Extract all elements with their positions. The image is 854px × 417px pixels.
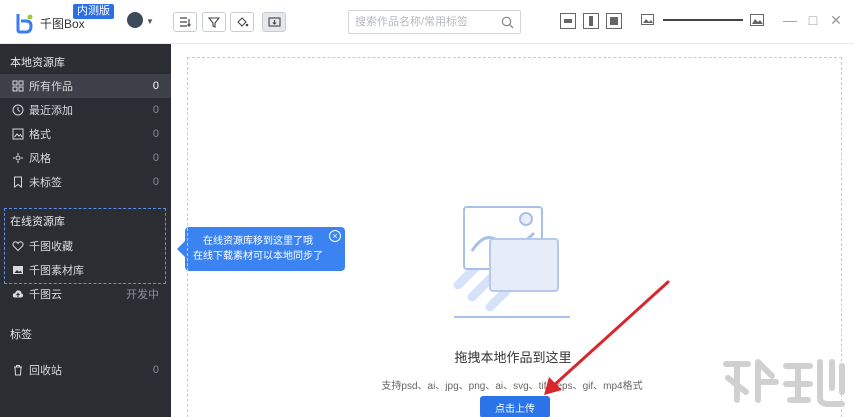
beta-badge: 内测版 xyxy=(73,4,114,19)
clock-icon xyxy=(12,104,24,116)
maximize-button[interactable]: □ xyxy=(806,12,820,28)
filter-icon xyxy=(208,16,220,28)
tooltip-arrow xyxy=(177,241,185,257)
local-library-title: 本地资源库 xyxy=(10,57,65,69)
sidebar-item-qiantu-library[interactable]: 千图素材库 xyxy=(0,258,171,282)
supported-formats: 支持psd、ai、jpg、png、ai、svg、tif、eps、gif、mp4格… xyxy=(381,381,643,392)
image-library-icon xyxy=(13,266,23,274)
sidebar-item-label: 千图素材库 xyxy=(29,265,84,277)
filter-button[interactable] xyxy=(202,12,226,32)
sidebar-item-trash[interactable]: 回收站 0 xyxy=(0,358,171,382)
trash-icon xyxy=(14,365,22,376)
sidebar-item-label: 回收站 xyxy=(29,365,62,377)
chevron-down-icon[interactable]: ▼ xyxy=(146,17,154,26)
cloud-upload-icon xyxy=(12,290,24,298)
sidebar-item-qiantu-cloud[interactable]: 千图云 开发中 xyxy=(0,282,171,306)
style-icon xyxy=(13,153,23,163)
list-view-icon xyxy=(564,19,572,23)
sidebar-item-untagged[interactable]: 未标签 0 xyxy=(0,170,171,194)
sidebar-item-count: 0 xyxy=(152,128,159,140)
sidebar-item-recent[interactable]: 最近添加 0 xyxy=(0,98,171,122)
sidebar-item-format[interactable]: 格式 0 xyxy=(0,122,171,146)
minimize-button[interactable]: — xyxy=(783,12,797,28)
sidebar-item-count: 0 xyxy=(152,104,159,116)
sidebar: 本地资源库 所有作品 0 最近添加 0 格式 0 风格 0 未标签 0 在线资源… xyxy=(0,44,171,417)
upload-button[interactable]: 点击上传 xyxy=(480,396,550,417)
view-grid-button[interactable] xyxy=(606,13,622,29)
sort-icon xyxy=(180,17,191,27)
view-column-button[interactable] xyxy=(583,13,599,29)
sidebar-item-label: 千图云 xyxy=(29,289,62,301)
sidebar-item-label: 未标签 xyxy=(29,177,62,189)
grid-icon xyxy=(12,80,24,92)
small-image-icon[interactable] xyxy=(641,14,654,25)
sidebar-item-label: 所有作品 xyxy=(29,81,73,93)
import-icon xyxy=(267,16,281,27)
sidebar-item-label: 格式 xyxy=(29,129,51,141)
heart-icon xyxy=(12,241,24,252)
column-view-icon xyxy=(589,16,593,26)
sidebar-item-label: 最近添加 xyxy=(29,105,73,117)
close-button[interactable]: ✕ xyxy=(829,12,843,28)
sidebar-item-count: 0 xyxy=(152,80,159,92)
app-logo xyxy=(16,14,33,34)
grid-view-icon xyxy=(610,17,618,25)
empty-image-illustration xyxy=(453,206,570,318)
drop-title: 拖拽本地作品到这里 xyxy=(454,350,572,365)
title-bar: 千图Box 内测版 ▼ — □ ✕ xyxy=(0,0,854,44)
paint-bucket-icon xyxy=(236,17,248,27)
bookmark-icon xyxy=(14,176,22,188)
color-fill-button[interactable] xyxy=(230,12,254,32)
sidebar-item-status: 开发中 xyxy=(126,289,159,301)
search-box[interactable] xyxy=(348,10,521,34)
view-list-button[interactable] xyxy=(560,13,576,29)
sidebar-item-count: 0 xyxy=(152,364,159,376)
sidebar-item-all-works[interactable]: 所有作品 0 xyxy=(0,74,171,98)
search-input[interactable] xyxy=(355,14,495,30)
watermark-logo xyxy=(723,359,845,407)
import-button[interactable] xyxy=(262,12,286,32)
thumbnail-size-slider[interactable] xyxy=(663,19,743,21)
sidebar-item-label: 风格 xyxy=(29,153,51,165)
sidebar-item-count: 0 xyxy=(152,176,159,188)
large-image-icon[interactable] xyxy=(750,14,764,26)
sidebar-item-style[interactable]: 风格 0 xyxy=(0,146,171,170)
sidebar-item-qiantu-favorites[interactable]: 千图收藏 xyxy=(0,234,171,258)
tags-title: 标签 xyxy=(10,329,32,341)
search-icon[interactable] xyxy=(501,16,514,29)
online-library-title: 在线资源库 xyxy=(10,216,65,228)
avatar[interactable] xyxy=(127,12,143,28)
sort-button[interactable] xyxy=(173,12,197,32)
user-menu[interactable]: ▼ xyxy=(127,12,155,30)
image-format-icon xyxy=(12,128,24,140)
sidebar-item-label: 千图收藏 xyxy=(29,241,73,253)
sidebar-item-count: 0 xyxy=(152,152,159,164)
